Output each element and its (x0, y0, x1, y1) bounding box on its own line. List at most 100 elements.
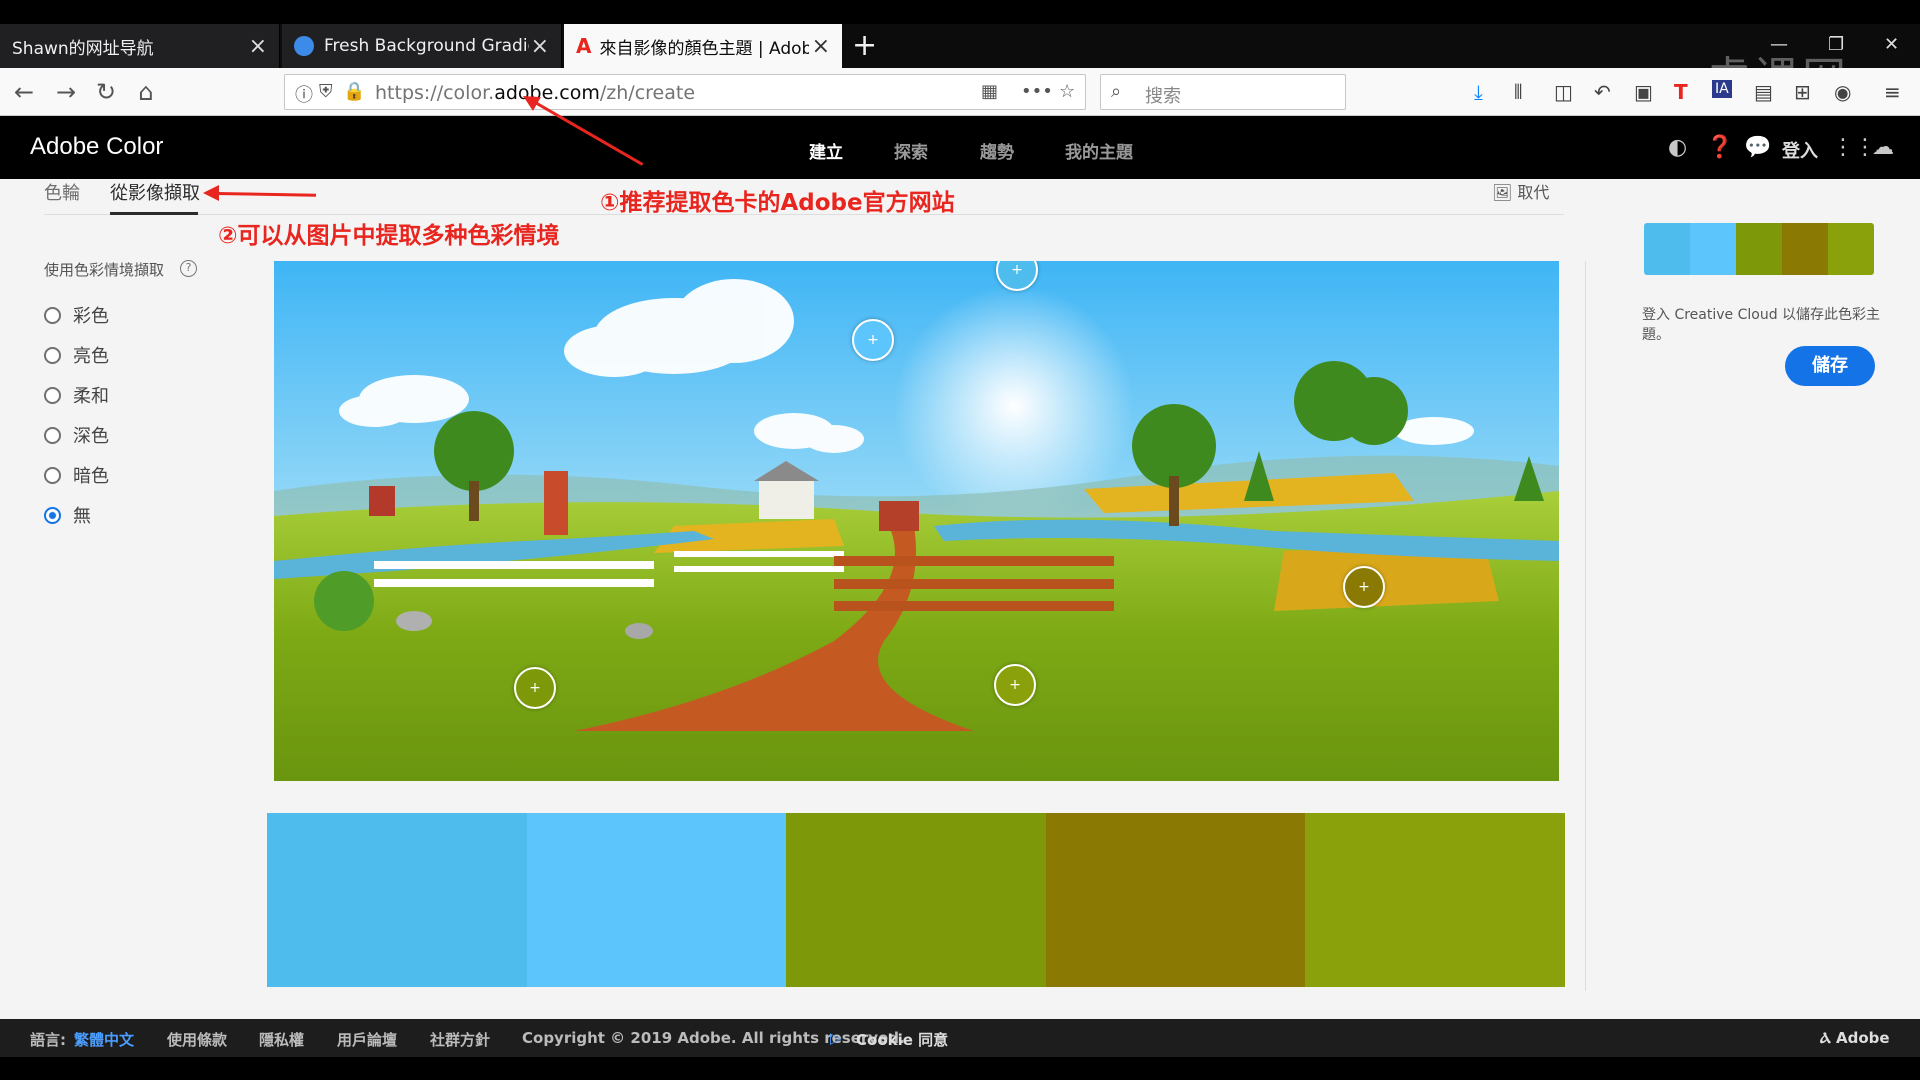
minimize-icon[interactable]: — (1770, 34, 1788, 55)
footer-community-link[interactable]: 社群方針 (430, 1029, 490, 1050)
url-bar[interactable]: ⓘ ⛨ 🔒 https://color.adobe.com/zh/create … (284, 74, 1086, 110)
bookmark-star-icon[interactable]: ☆ (1059, 81, 1075, 102)
radio-label: 暗色 (73, 466, 109, 487)
tab-color-wheel[interactable]: 色輪 (44, 179, 80, 205)
swatch-4[interactable] (1045, 813, 1306, 987)
radio-button[interactable] (44, 426, 61, 444)
sidebar-icon[interactable]: ◫ (1554, 80, 1573, 104)
login-link[interactable]: 登入 (1782, 137, 1818, 163)
radio-label: 彩色 (73, 306, 109, 327)
radio-button[interactable] (44, 346, 61, 364)
save-note: 登入 Creative Cloud 以儲存此色彩主題。 (1642, 307, 1881, 343)
qr-code-icon[interactable]: ▦ (981, 81, 998, 102)
ia-extension-icon[interactable]: IA (1712, 80, 1732, 98)
window-close-icon[interactable]: ✕ (1884, 34, 1899, 55)
close-icon[interactable]: × (249, 34, 267, 59)
search-bar[interactable]: ⌕ 搜索 (1100, 74, 1346, 110)
language-selector[interactable]: 繁體中文 (74, 1029, 134, 1050)
contrast-icon[interactable]: ◐ (1668, 135, 1687, 160)
cookie-consent-link[interactable]: Cookie 同意 (856, 1029, 948, 1050)
menu-icon[interactable]: ≡ (1884, 80, 1901, 104)
color-picker-handle-2[interactable]: + (852, 319, 894, 361)
radio-label: 無 (73, 506, 91, 527)
tab-title: Shawn的网址导航 (12, 38, 154, 59)
close-icon[interactable]: × (812, 34, 830, 59)
restore-icon[interactable]: ❐ (1828, 34, 1844, 55)
copyright: Copyright © 2019 Adobe. All rights reser… (522, 1029, 905, 1047)
footer-forums-link[interactable]: 用戶論壇 (337, 1029, 397, 1050)
grid-extension-icon[interactable]: ⊞ (1794, 80, 1811, 104)
footer-terms-link[interactable]: 使用條款 (167, 1029, 227, 1050)
radio-button[interactable] (44, 306, 61, 324)
source-image[interactable]: + + + + + (274, 261, 1559, 781)
radio-button-selected[interactable] (44, 506, 61, 524)
search-icon: ⌕ (1111, 81, 1122, 102)
color-picker-handle-4[interactable]: + (1343, 566, 1385, 608)
home-icon[interactable]: ⌂ (130, 76, 162, 108)
shield-icon[interactable]: ⛨ (319, 81, 333, 102)
mood-option-none[interactable]: 無 (44, 502, 91, 528)
radio-button[interactable] (44, 466, 61, 484)
mood-option-colorful[interactable]: 彩色 (44, 302, 109, 328)
color-picker-handle-5[interactable]: + (994, 664, 1036, 706)
text-tool-icon[interactable]: T (1674, 80, 1688, 104)
extension-icon[interactable]: ▤ (1754, 80, 1773, 104)
help-icon[interactable]: ❓ (1706, 135, 1733, 160)
tab-title: 來自影像的顏色主題 | Adobe C (599, 38, 810, 59)
mini-swatch-5 (1828, 223, 1874, 275)
mood-option-bright[interactable]: 亮色 (44, 342, 109, 368)
new-tab-icon[interactable]: + (852, 28, 877, 63)
nav-my-themes[interactable]: 我的主題 (1065, 138, 1133, 163)
replace-image-button[interactable]: 🖼 取代 (1492, 179, 1549, 203)
footer-privacy-link[interactable]: 隱私權 (259, 1029, 304, 1050)
nav-trends[interactable]: 趨勢 (980, 138, 1014, 163)
library-icon[interactable]: ⫴ (1514, 80, 1522, 104)
mood-option-deep[interactable]: 深色 (44, 422, 109, 448)
tab-shawn-nav[interactable]: Shawn的网址导航 × (0, 24, 280, 68)
active-tab-indicator (110, 212, 198, 215)
back-icon[interactable]: ← (8, 76, 40, 108)
theme-preview (1644, 223, 1874, 275)
swatch-1[interactable] (267, 813, 527, 987)
radio-label: 柔和 (73, 386, 109, 407)
save-button[interactable]: 儲存 (1785, 346, 1875, 386)
tab-title: Fresh Background Gradients (324, 36, 529, 56)
forward-icon[interactable]: → (50, 76, 82, 108)
page-footer: 語言: 繁體中文 使用條款 隱私權 用戶論壇 社群方針 Copyright © … (0, 1019, 1920, 1057)
mood-option-muted[interactable]: 柔和 (44, 382, 109, 408)
creative-cloud-icon[interactable]: ☁ (1872, 135, 1894, 160)
feedback-icon[interactable]: 💬 (1744, 135, 1771, 160)
swatch-3[interactable] (786, 813, 1046, 987)
help-circle-icon[interactable]: ? (180, 260, 197, 277)
app-header: Adobe Color 建立 探索 趨勢 我的主題 ◐ ❓ 💬 登入 ⋮⋮ ☁ (0, 117, 1920, 179)
download-icon[interactable]: ⤓ (1474, 80, 1483, 104)
info-icon[interactable]: ⓘ (295, 81, 313, 107)
page-actions-icon[interactable]: ••• (1021, 81, 1053, 102)
undo-icon[interactable]: ↶ (1594, 80, 1611, 104)
close-icon[interactable]: × (531, 34, 549, 59)
browser-tab-strip: Shawn的网址导航 × Fresh Background Gradients … (0, 24, 1920, 104)
annotation-2: ②可以从图片中提取多种色彩情境 (218, 223, 560, 249)
color-picker-handle-3[interactable]: + (514, 667, 556, 709)
apps-grid-icon[interactable]: ⋮⋮ (1832, 135, 1876, 160)
main-content: 色輪 從影像擷取 🖼 取代 使用色彩情境擷取 ? 彩色 亮色 柔和 深色 暗色 … (0, 179, 1920, 1019)
lock-icon[interactable]: 🔒 (343, 81, 365, 102)
app-logo[interactable]: Adobe Color (30, 133, 163, 161)
reload-icon[interactable]: ↻ (90, 76, 122, 108)
tab-adobe-color[interactable]: A 來自影像的顏色主題 | Adobe C × (564, 24, 842, 68)
cookie-icon: ▷ (830, 1029, 842, 1047)
swatch-2[interactable] (526, 813, 787, 987)
color-mood-title: 使用色彩情境擷取 (44, 261, 165, 279)
mini-swatch-1 (1644, 223, 1690, 275)
swatch-5[interactable] (1305, 813, 1565, 987)
tab-fresh-gradients[interactable]: Fresh Background Gradients × (282, 24, 562, 68)
radio-button[interactable] (44, 386, 61, 404)
nav-explore[interactable]: 探索 (894, 138, 928, 163)
account-icon[interactable]: ◉ (1834, 80, 1851, 104)
mood-option-dark[interactable]: 暗色 (44, 462, 109, 488)
bottom-bar (0, 1057, 1920, 1080)
search-input[interactable]: 搜索 (1145, 82, 1181, 108)
nav-create[interactable]: 建立 (809, 138, 843, 163)
tab-extract-from-image[interactable]: 從影像擷取 (110, 179, 200, 205)
screenshot-icon[interactable]: ▣ (1634, 80, 1653, 104)
